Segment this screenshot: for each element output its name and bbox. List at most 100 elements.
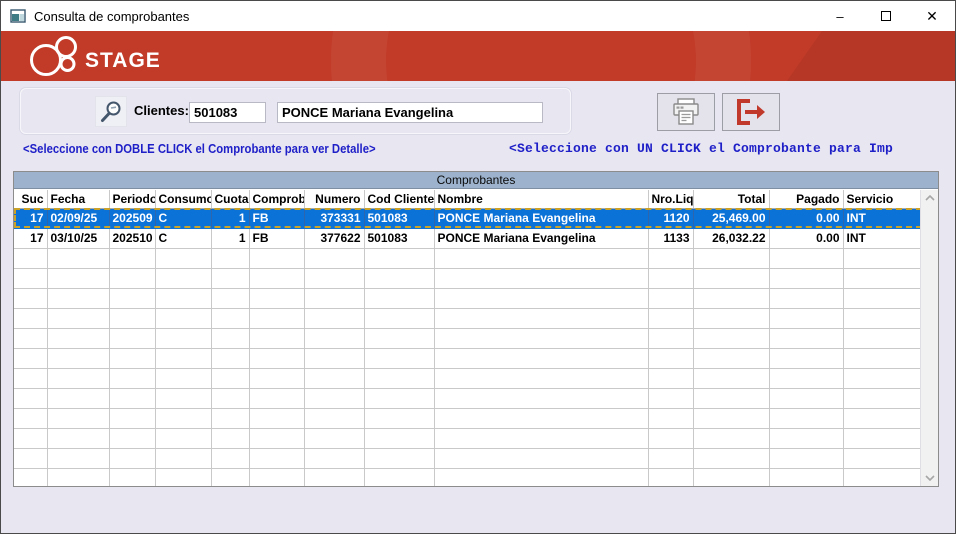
grid-cell[interactable] [364, 288, 434, 308]
grid-cell[interactable] [364, 468, 434, 486]
grid-cell[interactable] [109, 248, 155, 268]
grid-cell[interactable]: 1133 [648, 228, 693, 248]
grid-cell[interactable]: 0.00 [769, 208, 843, 228]
grid-cell[interactable] [109, 308, 155, 328]
grid-cell[interactable] [249, 308, 304, 328]
grid-cell[interactable] [364, 448, 434, 468]
grid-cell[interactable] [155, 408, 211, 428]
grid-cell[interactable] [109, 368, 155, 388]
grid-cell[interactable] [155, 368, 211, 388]
grid-empty-row[interactable] [14, 428, 920, 448]
grid-cell[interactable] [211, 348, 249, 368]
grid-cell[interactable] [843, 248, 920, 268]
grid-cell[interactable] [843, 388, 920, 408]
grid-cell[interactable] [364, 268, 434, 288]
grid-cell[interactable] [249, 248, 304, 268]
grid-cell[interactable] [211, 388, 249, 408]
grid-empty-row[interactable] [14, 248, 920, 268]
grid-cell[interactable] [14, 348, 47, 368]
grid-cell[interactable] [14, 368, 47, 388]
grid-cell[interactable] [304, 468, 364, 486]
grid-cell[interactable] [211, 288, 249, 308]
grid-cell[interactable] [769, 468, 843, 486]
grid-cell[interactable] [109, 448, 155, 468]
grid-cell[interactable]: C [155, 208, 211, 228]
client-name-input[interactable] [277, 102, 543, 123]
grid-empty-row[interactable] [14, 268, 920, 288]
grid-cell[interactable] [47, 408, 109, 428]
grid-cell[interactable] [47, 268, 109, 288]
grid-cell[interactable] [434, 268, 648, 288]
grid-cell[interactable] [249, 448, 304, 468]
exit-button[interactable] [722, 93, 780, 131]
grid-cell[interactable]: PONCE Mariana Evangelina [434, 228, 648, 248]
grid-cell[interactable] [434, 368, 648, 388]
grid-cell[interactable] [304, 368, 364, 388]
print-button[interactable] [657, 93, 715, 131]
grid-cell[interactable] [109, 428, 155, 448]
grid-cell[interactable] [14, 428, 47, 448]
grid-cell[interactable] [843, 328, 920, 348]
grid-cell[interactable] [14, 248, 47, 268]
grid-cell[interactable] [155, 388, 211, 408]
grid-cell[interactable] [211, 468, 249, 486]
grid-cell[interactable] [109, 348, 155, 368]
grid-cell[interactable] [769, 448, 843, 468]
grid-cell[interactable] [47, 428, 109, 448]
grid-cell[interactable] [211, 308, 249, 328]
grid-cell[interactable] [434, 348, 648, 368]
grid-cell[interactable] [769, 388, 843, 408]
grid-cell[interactable] [364, 348, 434, 368]
grid-cell[interactable] [249, 328, 304, 348]
grid-cell[interactable]: 377622 [304, 228, 364, 248]
grid-cell[interactable] [211, 408, 249, 428]
grid-cell[interactable] [155, 248, 211, 268]
grid-cell[interactable] [648, 268, 693, 288]
grid-empty-row[interactable] [14, 328, 920, 348]
grid-cell[interactable]: INT [843, 228, 920, 248]
grid-cell[interactable]: 25,469.00 [693, 208, 769, 228]
grid-cell[interactable] [648, 328, 693, 348]
grid-cell[interactable] [364, 328, 434, 348]
grid-cell[interactable] [249, 408, 304, 428]
grid-cell[interactable] [304, 388, 364, 408]
grid-cell[interactable] [364, 388, 434, 408]
grid-cell[interactable]: 1 [211, 228, 249, 248]
grid-cell[interactable] [843, 448, 920, 468]
grid-cell[interactable]: 373331 [304, 208, 364, 228]
grid-cell[interactable] [693, 468, 769, 486]
grid-cell[interactable] [109, 388, 155, 408]
grid-cell[interactable] [843, 468, 920, 486]
grid-empty-row[interactable] [14, 288, 920, 308]
grid-cell[interactable]: 501083 [364, 228, 434, 248]
grid-cell[interactable] [648, 388, 693, 408]
grid-cell[interactable] [304, 448, 364, 468]
grid-cell[interactable] [769, 428, 843, 448]
grid-cell[interactable] [843, 308, 920, 328]
grid-cell[interactable] [304, 288, 364, 308]
grid-cell[interactable] [304, 428, 364, 448]
grid-cell[interactable] [304, 308, 364, 328]
grid-cell[interactable] [109, 468, 155, 486]
grid-cell[interactable] [14, 388, 47, 408]
grid-cell[interactable] [769, 368, 843, 388]
grid-cell[interactable] [211, 328, 249, 348]
grid-cell[interactable] [47, 368, 109, 388]
grid-cell[interactable] [769, 268, 843, 288]
grid-cell[interactable] [109, 328, 155, 348]
grid-cell[interactable] [434, 288, 648, 308]
grid-cell[interactable] [769, 308, 843, 328]
grid-cell[interactable] [211, 268, 249, 288]
grid-cell[interactable] [693, 328, 769, 348]
grid-cell[interactable] [47, 288, 109, 308]
grid-cell[interactable] [47, 348, 109, 368]
grid-cell[interactable] [155, 448, 211, 468]
grid-cell[interactable] [14, 268, 47, 288]
grid-cell[interactable] [693, 348, 769, 368]
grid-cell[interactable] [109, 268, 155, 288]
vertical-scrollbar[interactable] [920, 190, 938, 486]
minimize-icon[interactable]: – [817, 1, 863, 31]
grid-cell[interactable] [304, 268, 364, 288]
grid-cell[interactable] [155, 428, 211, 448]
grid-cell[interactable] [211, 368, 249, 388]
